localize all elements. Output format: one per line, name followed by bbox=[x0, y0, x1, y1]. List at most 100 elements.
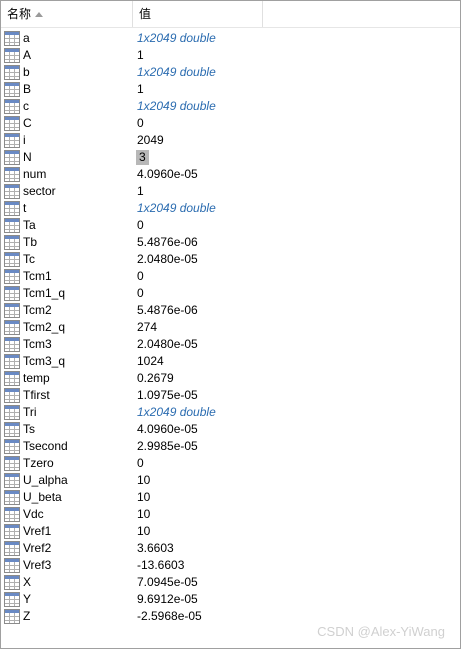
variable-name: Vref2 bbox=[23, 541, 52, 555]
table-row[interactable]: Tcm2_q 274 bbox=[1, 319, 460, 336]
variable-value: 1 bbox=[137, 82, 144, 96]
matrix-variable-icon bbox=[4, 541, 20, 556]
variable-name: c bbox=[23, 99, 29, 113]
workspace-panel: 名称 值 a 1x2049 double A 1 b 1x2049 double B 1 c 1x… bbox=[0, 0, 461, 649]
table-row[interactable]: Y 9.6912e-05 bbox=[1, 591, 460, 608]
table-row[interactable]: Vref2 3.6603 bbox=[1, 540, 460, 557]
variable-value: 0.2679 bbox=[137, 371, 174, 385]
variable-value: 0 bbox=[137, 116, 144, 130]
column-header-name-label: 名称 bbox=[7, 7, 32, 21]
variable-value: 4.0960e-05 bbox=[137, 167, 198, 181]
table-row[interactable]: Tb 5.4876e-06 bbox=[1, 234, 460, 251]
variable-value: 10 bbox=[137, 524, 151, 538]
table-row[interactable]: Z -2.5968e-05 bbox=[1, 608, 460, 625]
table-row[interactable]: temp 0.2679 bbox=[1, 370, 460, 387]
variable-name: Tcm3_q bbox=[23, 354, 66, 368]
table-row[interactable]: sector 1 bbox=[1, 183, 460, 200]
matrix-variable-icon bbox=[4, 286, 20, 301]
variable-value: 1x2049 double bbox=[137, 65, 216, 79]
table-row[interactable]: A1 bbox=[1, 47, 460, 64]
matrix-variable-icon bbox=[4, 371, 20, 386]
variable-value: 1x2049 double bbox=[137, 31, 216, 45]
table-row[interactable]: Tcm1_q 0 bbox=[1, 285, 460, 302]
variable-value: 0 bbox=[137, 269, 144, 283]
table-row[interactable]: Vdc 10 bbox=[1, 506, 460, 523]
variable-value: 2.0480e-05 bbox=[137, 337, 198, 351]
matrix-variable-icon bbox=[4, 218, 20, 233]
table-row[interactable]: Vref1 10 bbox=[1, 523, 460, 540]
variable-name: Tfirst bbox=[23, 388, 50, 402]
matrix-variable-icon bbox=[4, 609, 20, 624]
matrix-variable-icon bbox=[4, 354, 20, 369]
variable-name: Tc bbox=[23, 252, 35, 266]
variable-name: Tcm1 bbox=[23, 269, 52, 283]
matrix-variable-icon bbox=[4, 405, 20, 420]
table-row[interactable]: a 1x2049 double bbox=[1, 30, 460, 47]
column-header-value-label: 值 bbox=[139, 7, 152, 21]
variable-name: t bbox=[23, 201, 27, 215]
table-row[interactable]: Ts 4.0960e-05 bbox=[1, 421, 460, 438]
matrix-variable-icon bbox=[4, 439, 20, 454]
table-row[interactable]: Tfirst 1.0975e-05 bbox=[1, 387, 460, 404]
table-row[interactable]: B1 bbox=[1, 81, 460, 98]
matrix-variable-icon bbox=[4, 456, 20, 471]
table-row[interactable]: N3 bbox=[1, 149, 460, 166]
matrix-variable-icon bbox=[4, 82, 20, 97]
variable-value: 274 bbox=[137, 320, 158, 334]
variable-value: 1x2049 double bbox=[137, 405, 216, 419]
table-row[interactable]: U_beta 10 bbox=[1, 489, 460, 506]
table-row[interactable]: Ta 0 bbox=[1, 217, 460, 234]
variable-name: Vdc bbox=[23, 507, 44, 521]
table-row[interactable]: i 2049 bbox=[1, 132, 460, 149]
matrix-variable-icon bbox=[4, 303, 20, 318]
table-row[interactable]: c 1x2049 double bbox=[1, 98, 460, 115]
variable-name: B bbox=[23, 82, 32, 96]
variable-name: Tsecond bbox=[23, 439, 68, 453]
variable-name: N bbox=[23, 150, 32, 164]
table-row[interactable]: U_alpha 10 bbox=[1, 472, 460, 489]
table-row[interactable]: Tsecond 2.9985e-05 bbox=[1, 438, 460, 455]
variable-name: Vref1 bbox=[23, 524, 52, 538]
matrix-variable-icon bbox=[4, 184, 20, 199]
variable-value: 1.0975e-05 bbox=[137, 388, 198, 402]
matrix-variable-icon bbox=[4, 388, 20, 403]
table-row[interactable]: Tzero 0 bbox=[1, 455, 460, 472]
table-row[interactable]: b 1x2049 double bbox=[1, 64, 460, 81]
variable-value: 3 bbox=[136, 150, 149, 165]
table-row[interactable]: Tri 1x2049 double bbox=[1, 404, 460, 421]
variable-value: 10 bbox=[137, 490, 151, 504]
variable-value: 9.6912e-05 bbox=[137, 592, 198, 606]
table-row[interactable]: C0 bbox=[1, 115, 460, 132]
table-row[interactable]: Tcm3 2.0480e-05 bbox=[1, 336, 460, 353]
variable-name: Tzero bbox=[23, 456, 54, 470]
variable-name: Tcm3 bbox=[23, 337, 52, 351]
variable-name: C bbox=[23, 116, 32, 130]
matrix-variable-icon bbox=[4, 150, 20, 165]
matrix-variable-icon bbox=[4, 116, 20, 131]
variable-value: 5.4876e-06 bbox=[137, 235, 198, 249]
variable-name: U_alpha bbox=[23, 473, 68, 487]
variable-name: b bbox=[23, 65, 30, 79]
table-row[interactable]: Tcm3_q 1024 bbox=[1, 353, 460, 370]
matrix-variable-icon bbox=[4, 31, 20, 46]
table-row[interactable]: Tc 2.0480e-05 bbox=[1, 251, 460, 268]
table-row[interactable]: Vref3 -13.6603 bbox=[1, 557, 460, 574]
variable-value: 2049 bbox=[137, 133, 164, 147]
variable-name: U_beta bbox=[23, 490, 62, 504]
variable-value: 1 bbox=[137, 184, 144, 198]
table-row[interactable]: Tcm1 0 bbox=[1, 268, 460, 285]
variable-name: Tcm2 bbox=[23, 303, 52, 317]
table-row[interactable]: Tcm2 5.4876e-06 bbox=[1, 302, 460, 319]
matrix-variable-icon bbox=[4, 48, 20, 63]
column-header-empty bbox=[263, 1, 460, 27]
matrix-variable-icon bbox=[4, 252, 20, 267]
table-row[interactable]: t 1x2049 double bbox=[1, 200, 460, 217]
matrix-variable-icon bbox=[4, 490, 20, 505]
table-row[interactable]: num 4.0960e-05 bbox=[1, 166, 460, 183]
watermark: CSDN @Alex-YiWang bbox=[317, 624, 445, 639]
column-header-value[interactable]: 值 bbox=[133, 1, 263, 27]
variable-name: a bbox=[23, 31, 30, 45]
variable-name: Tb bbox=[23, 235, 38, 249]
table-row[interactable]: X 7.0945e-05 bbox=[1, 574, 460, 591]
column-header-name[interactable]: 名称 bbox=[1, 1, 133, 27]
